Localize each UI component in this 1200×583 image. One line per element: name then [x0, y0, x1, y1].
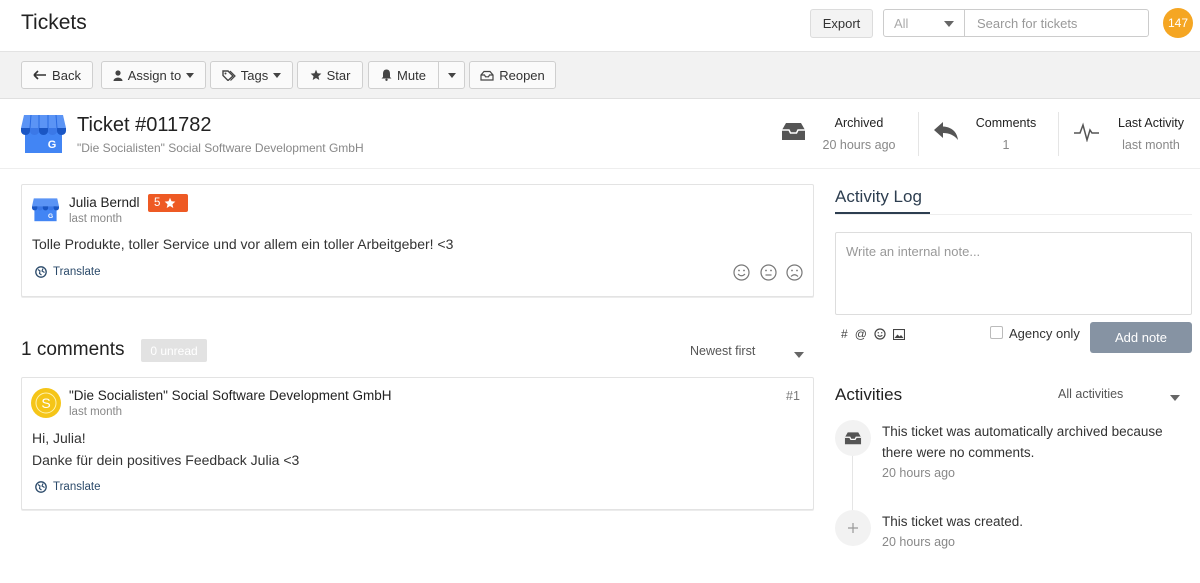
- activity-text: This ticket was created.: [882, 514, 1024, 529]
- neutral-face-icon[interactable]: [760, 264, 777, 281]
- pulse-icon: [1073, 122, 1100, 142]
- comment-author[interactable]: "Die Socialisten" Social Software Develo…: [69, 388, 391, 403]
- frown-icon[interactable]: [786, 264, 803, 281]
- chevron-down-icon: [794, 352, 804, 358]
- comments-sort-value: Newest first: [690, 344, 756, 358]
- comment-line: Hi, Julia!: [32, 430, 86, 446]
- search-input[interactable]: Search for tickets: [964, 9, 1149, 37]
- svg-text:G: G: [48, 139, 57, 151]
- translate-label: Translate: [53, 481, 101, 493]
- tags-button[interactable]: Tags: [210, 61, 293, 89]
- review-time: last month: [69, 213, 123, 225]
- tags-label: Tags: [240, 67, 269, 83]
- inbox-icon: [835, 420, 871, 456]
- reviewer-avatar: G: [32, 197, 59, 222]
- activity-time: 20 hours ago: [882, 535, 955, 549]
- tab-activity-log[interactable]: Activity Log: [835, 187, 922, 207]
- rating-value: 5: [154, 197, 161, 209]
- star-icon: [164, 197, 176, 209]
- reopen-label: Reopen: [499, 67, 545, 83]
- stat-last-activity-label: Last Activity: [1118, 116, 1184, 130]
- note-toolbar: # @: [841, 327, 905, 341]
- tags-icon: [222, 69, 236, 81]
- chevron-down-icon: [1170, 395, 1180, 401]
- review-translate-link[interactable]: Translate: [35, 266, 101, 278]
- activities-filter-select[interactable]: All activities: [1058, 387, 1186, 407]
- review-author[interactable]: Julia Berndl: [69, 195, 140, 210]
- image-icon[interactable]: [892, 328, 905, 340]
- add-note-button[interactable]: Add note: [1090, 322, 1192, 353]
- agency-only-checkbox[interactable]: [990, 326, 1003, 339]
- google-my-business-logo: G: [21, 113, 66, 154]
- active-tab-underline: [835, 212, 930, 214]
- star-icon: [310, 69, 322, 81]
- comment-number: #1: [786, 389, 800, 403]
- rating-badge: 5: [148, 194, 188, 212]
- activities-title: Activities: [835, 385, 903, 404]
- svg-text:G: G: [48, 213, 53, 220]
- ticket-filter-select[interactable]: All: [883, 9, 965, 37]
- caret-down-icon: [447, 72, 456, 78]
- comments-title: 1 comments: [21, 339, 125, 360]
- ticket-company: "Die Socialisten" Social Software Develo…: [77, 141, 364, 155]
- activity-text: This ticket was automatically archived b…: [882, 424, 1163, 460]
- plus-icon: [835, 510, 871, 546]
- back-button[interactable]: Back: [21, 61, 93, 89]
- mute-options-button[interactable]: [438, 61, 465, 89]
- stat-comments-label: Comments: [975, 116, 1037, 130]
- caret-down-icon: [273, 72, 282, 78]
- mention-icon[interactable]: @: [855, 327, 867, 341]
- comments-sort-select[interactable]: Newest first: [690, 344, 808, 364]
- back-button-label: Back: [52, 67, 81, 83]
- hashtag-icon[interactable]: #: [841, 327, 848, 341]
- globe-icon: [35, 266, 47, 278]
- user-icon: [113, 69, 123, 81]
- comment-time: last month: [69, 406, 123, 418]
- notification-count-badge[interactable]: 147: [1163, 8, 1193, 38]
- export-button[interactable]: Export: [810, 9, 873, 38]
- ticket-filter-value: All: [894, 16, 909, 31]
- star-label: Star: [326, 67, 351, 83]
- stat-divider: [1058, 112, 1059, 156]
- envelope-open-icon: [480, 70, 494, 81]
- inbox-icon: [781, 121, 806, 141]
- emoji-icon[interactable]: [874, 328, 886, 340]
- company-avatar: S: [31, 388, 61, 418]
- chevron-down-icon: [944, 21, 954, 27]
- tab-rule: [835, 214, 1192, 215]
- svg-text:S: S: [41, 395, 50, 411]
- reply-icon: [933, 121, 959, 141]
- translate-label: Translate: [53, 266, 101, 278]
- star-button[interactable]: Star: [297, 61, 363, 89]
- internal-note-input[interactable]: Write an internal note...: [835, 232, 1192, 315]
- caret-down-icon: [186, 72, 195, 78]
- stat-archived-value: 20 hours ago: [822, 138, 896, 152]
- activity-time: 20 hours ago: [882, 466, 955, 480]
- globe-icon: [35, 481, 47, 493]
- ticket-title: Ticket #011782: [77, 114, 212, 136]
- stat-divider: [918, 112, 919, 156]
- mute-label: Mute: [397, 67, 426, 83]
- header-divider: [0, 168, 1200, 169]
- timeline-line: [852, 455, 853, 513]
- smile-icon[interactable]: [733, 264, 750, 281]
- agency-only-label: Agency only: [1009, 326, 1080, 341]
- assign-to-label: Assign to: [127, 67, 182, 83]
- page-title: Tickets: [21, 11, 87, 34]
- review-text: Tolle Produkte, toller Service und vor a…: [32, 236, 454, 252]
- stat-archived-label: Archived: [834, 116, 884, 130]
- bell-icon: [381, 69, 392, 81]
- reopen-button[interactable]: Reopen: [469, 61, 556, 89]
- assign-to-button[interactable]: Assign to: [101, 61, 206, 89]
- mute-button[interactable]: Mute: [368, 61, 439, 89]
- arrow-left-icon: [33, 70, 47, 80]
- stat-last-activity-value: last month: [1122, 138, 1180, 152]
- comment-translate-link[interactable]: Translate: [35, 481, 101, 493]
- stat-comments-value: 1: [1002, 138, 1010, 152]
- unread-badge: 0 unread: [141, 339, 207, 362]
- activities-filter-value: All activities: [1058, 387, 1124, 401]
- comment-line: Danke für dein positives Feedback Julia …: [32, 452, 300, 468]
